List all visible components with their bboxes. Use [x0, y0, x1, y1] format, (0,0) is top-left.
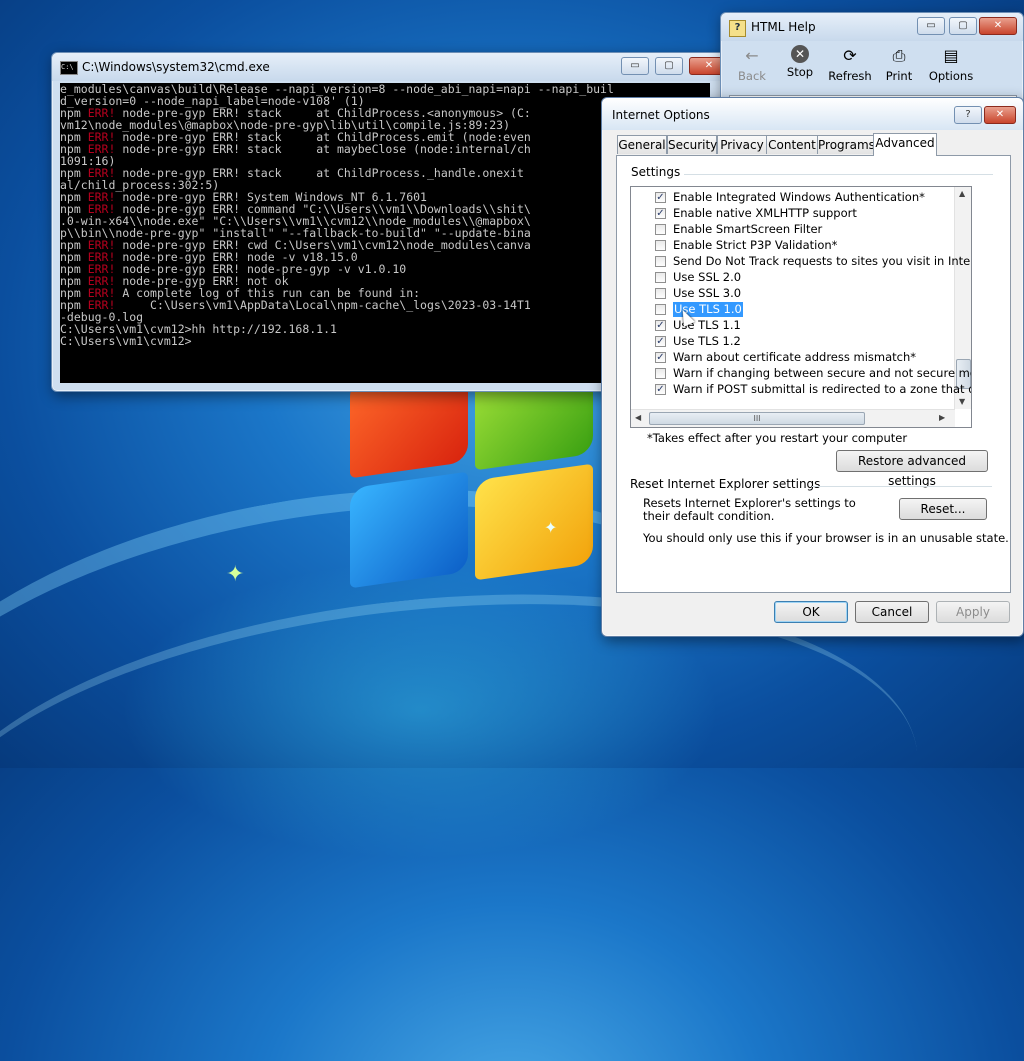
- maximize-button[interactable]: ▢: [655, 57, 683, 75]
- setting-label: Warn about certificate address mismatch*: [673, 350, 917, 364]
- setting-checkbox[interactable]: [655, 368, 666, 379]
- reset-group-label: Reset Internet Explorer settings: [630, 477, 825, 491]
- setting-checkbox[interactable]: ✓: [655, 192, 666, 203]
- scroll-up-icon[interactable]: ▲: [959, 189, 965, 198]
- h-scrollbar-thumb[interactable]: III: [649, 412, 865, 425]
- tab-advanced[interactable]: Advanced: [873, 133, 937, 156]
- back-label: Back: [738, 69, 766, 83]
- setting-label: Enable native XMLHTTP support: [673, 206, 857, 220]
- setting-label: Warn if changing between secure and not …: [673, 366, 972, 380]
- stop-icon: ✕: [791, 45, 809, 63]
- tab-general[interactable]: General: [617, 135, 667, 154]
- restart-note: *Takes effect after you restart your com…: [647, 431, 908, 445]
- tab-programs[interactable]: Programs: [817, 135, 875, 154]
- options-icon: ▤: [943, 46, 959, 65]
- reset-warning: You should only use this if your browser…: [643, 531, 1009, 545]
- options-label: Options: [928, 69, 974, 83]
- console-text: C:\Users\vm1\AppData\Local\npm-cache\_lo…: [115, 298, 531, 312]
- close-button[interactable]: ✕: [979, 17, 1017, 35]
- dialog-titlebar[interactable]: Internet Options ? ✕: [602, 98, 1023, 130]
- settings-listbox[interactable]: ▲ ▼ ◀ III ▶ ✓ Enable Integrated Windows A…: [630, 186, 972, 428]
- settings-group-label: Settings: [631, 165, 685, 179]
- setting-checkbox[interactable]: ✓: [655, 384, 666, 395]
- print-button[interactable]: ⎙ Print: [874, 45, 924, 83]
- help-button[interactable]: ?: [954, 106, 982, 124]
- setting-label: Send Do Not Track requests to sites you …: [673, 254, 972, 268]
- help-title: HTML Help: [751, 20, 816, 34]
- tab-content[interactable]: Content: [766, 135, 818, 154]
- back-arrow-icon: ←: [745, 46, 759, 65]
- setting-checkbox[interactable]: ✓: [655, 352, 666, 363]
- horizontal-scrollbar[interactable]: ◀ III ▶: [631, 409, 955, 427]
- internet-options-dialog[interactable]: Internet Options ? ✕ General Security Pr…: [601, 97, 1024, 637]
- scroll-right-icon[interactable]: ▶: [939, 413, 945, 422]
- logo-pane-yellow: [475, 463, 593, 581]
- setting-checkbox[interactable]: [655, 272, 666, 283]
- minimize-button[interactable]: ▭: [621, 57, 649, 75]
- apply-button[interactable]: Apply: [936, 601, 1010, 623]
- reset-button[interactable]: Reset...: [899, 498, 987, 520]
- stop-label: Stop: [786, 65, 814, 79]
- tab-privacy[interactable]: Privacy: [717, 135, 767, 154]
- dialog-title: Internet Options: [612, 108, 710, 122]
- cancel-button[interactable]: Cancel: [855, 601, 929, 623]
- back-button[interactable]: ← Back: [727, 45, 777, 83]
- reset-description: Resets Internet Explorer's settings to t…: [643, 496, 856, 523]
- logo-pane-blue: [350, 471, 468, 589]
- sparkle-icon: ✦: [544, 518, 558, 537]
- restore-advanced-settings-button[interactable]: Restore advanced settings: [836, 450, 988, 488]
- cmd-title: C:\Windows\system32\cmd.exe: [82, 60, 270, 74]
- divider: [671, 174, 993, 175]
- setting-label: Use TLS 1.2: [673, 334, 741, 348]
- printer-icon: ⎙: [892, 46, 906, 65]
- windows-logo: [340, 353, 620, 600]
- console-text: C:\Users\vm1\cvm12>: [60, 334, 192, 348]
- sparkle-icon: ✦: [226, 562, 245, 587]
- help-titlebar[interactable]: ? HTML Help ▭ ▢ ✕: [721, 13, 1023, 41]
- setting-checkbox[interactable]: ✓: [655, 320, 666, 331]
- help-book-icon: ?: [729, 20, 746, 37]
- setting-checkbox[interactable]: [655, 304, 666, 315]
- setting-label: Enable SmartScreen Filter: [673, 222, 823, 236]
- setting-checkbox[interactable]: [655, 288, 666, 299]
- refresh-label: Refresh: [828, 69, 872, 83]
- maximize-button[interactable]: ▢: [949, 17, 977, 35]
- setting-label: Warn if POST submittal is redirected to …: [673, 382, 971, 396]
- refresh-icon: ⟳: [843, 46, 857, 65]
- setting-label: Use SSL 2.0: [673, 270, 742, 284]
- print-label: Print: [885, 69, 913, 83]
- setting-label: Enable Integrated Windows Authentication…: [673, 190, 925, 204]
- setting-checkbox[interactable]: ✓: [655, 208, 666, 219]
- scroll-down-icon[interactable]: ▼: [959, 397, 965, 406]
- ok-button[interactable]: OK: [774, 601, 848, 623]
- refresh-button[interactable]: ⟳ Refresh: [825, 45, 875, 83]
- setting-checkbox[interactable]: [655, 256, 666, 267]
- setting-label: Use SSL 3.0: [673, 286, 742, 300]
- tab-security[interactable]: Security: [667, 135, 717, 154]
- minimize-button[interactable]: ▭: [917, 17, 945, 35]
- close-button[interactable]: ✕: [984, 106, 1016, 124]
- divider: [812, 486, 992, 487]
- setting-label: Enable Strict P3P Validation*: [673, 238, 838, 252]
- console-text: node-pre-gyp ERR! stack at maybeClose (n…: [115, 142, 531, 156]
- setting-checkbox[interactable]: [655, 240, 666, 251]
- stop-button[interactable]: ✕ Stop: [775, 45, 825, 79]
- setting-checkbox[interactable]: ✓: [655, 336, 666, 347]
- cmd-icon: C:\: [60, 61, 78, 75]
- cmd-titlebar[interactable]: C:\ C:\Windows\system32\cmd.exe ▭ ▢ ✕: [52, 53, 752, 81]
- options-button[interactable]: ▤ Options: [923, 45, 979, 83]
- scroll-left-icon[interactable]: ◀: [635, 413, 641, 422]
- setting-checkbox[interactable]: [655, 224, 666, 235]
